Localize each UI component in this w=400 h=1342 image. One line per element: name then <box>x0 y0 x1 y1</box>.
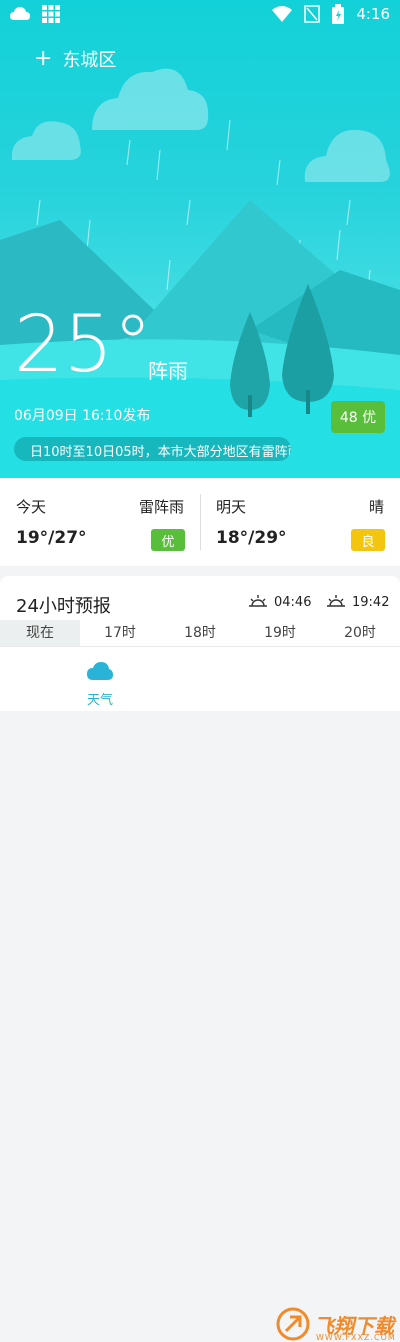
add-city-icon[interactable]: + <box>34 48 52 70</box>
aqi-badge[interactable]: 48 优 <box>331 401 385 433</box>
watermark-logo-icon <box>276 1307 310 1341</box>
hour-label: 18时 <box>184 625 216 641</box>
divider <box>200 494 201 550</box>
hour-label: 现在 <box>0 620 80 646</box>
sunrise: 04:46 <box>248 594 311 610</box>
hour-label: 17时 <box>104 625 136 641</box>
sunset-time: 19:42 <box>352 594 390 610</box>
signal-off-icon <box>304 5 321 23</box>
current-condition: 阵雨 <box>148 359 188 383</box>
day-name: 明天 <box>216 498 247 516</box>
status-bar: 4:16 <box>0 0 400 30</box>
weather-alert-ticker[interactable]: 日10时至10日05时，本市大部分地区有雷阵雨 <box>14 437 291 461</box>
day-temp-range: 19°/27° <box>16 528 87 548</box>
watermark-url: WWW.FXXZ.COM <box>316 1333 396 1342</box>
grid-icon <box>42 5 60 23</box>
sunrise-icon <box>249 595 267 607</box>
bottom-nav: 天气 飞翔下载 WWW.FXXZ.COM <box>0 646 400 1342</box>
day-today[interactable]: 今天 雷阵雨 19°/27° 优 <box>0 478 200 566</box>
day-temp-range: 18°/29° <box>216 528 287 548</box>
status-time: 4:16 <box>356 5 390 23</box>
sunrise-time: 04:46 <box>274 594 312 610</box>
day-name: 今天 <box>16 498 47 516</box>
sunset-icon <box>327 595 345 607</box>
watermark: 飞翔下载 WWW.FXXZ.COM <box>276 1307 396 1342</box>
battery-icon <box>332 4 345 24</box>
wifi-icon <box>272 6 293 22</box>
publish-time: 06月09日 16:10发布 <box>14 408 151 424</box>
hour-label: 19时 <box>264 625 296 641</box>
hour-labels: 现在 17时 18时 19时 20时 <box>0 620 400 646</box>
hour-label: 20时 <box>344 625 376 641</box>
city-name: 东城区 <box>62 50 117 71</box>
cloud-icon <box>92 68 209 130</box>
alert-text: 日10时至10日05时，本市大部分地区有雷阵雨 <box>30 445 291 460</box>
current-temperature: 25° <box>14 300 153 390</box>
nav-weather-tab[interactable]: 天气 <box>70 653 130 708</box>
nav-weather-label: 天气 <box>86 693 113 708</box>
sunset: 19:42 <box>326 594 389 610</box>
city-selector[interactable]: + 东城区 <box>34 46 116 72</box>
day-condition: 晴 <box>368 498 384 516</box>
forecast-title: 24小时预报 <box>16 596 111 617</box>
weather-app-icon <box>10 7 30 20</box>
day-condition: 雷阵雨 <box>138 498 184 516</box>
weather-hero: 4:16 + 东城区 25° 阵雨 06月09日 16:10发布 48 优 日1… <box>0 0 400 478</box>
day-aqi-badge: 优 <box>151 529 185 551</box>
day-aqi-badge: 良 <box>351 529 385 551</box>
cloud-icon <box>87 662 113 680</box>
day-tomorrow[interactable]: 明天 晴 18°/29° 良 <box>200 478 400 566</box>
